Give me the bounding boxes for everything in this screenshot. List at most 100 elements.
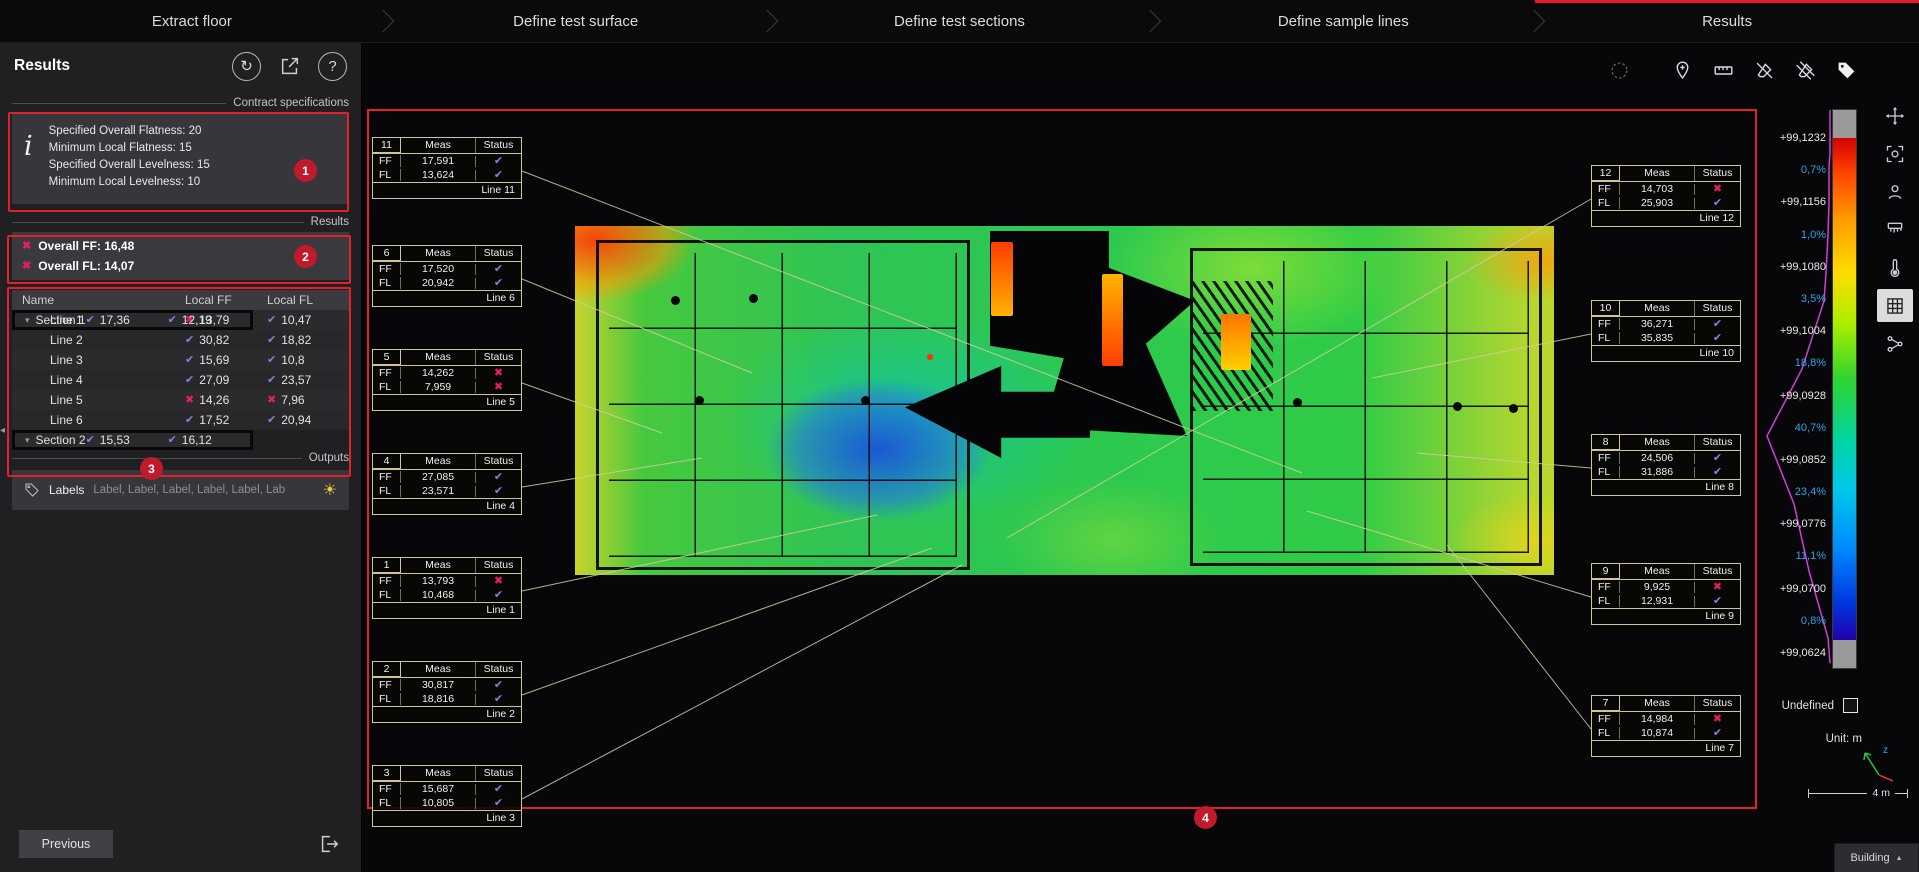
ff-value: 27,085 [401,471,475,483]
undefined-checkbox[interactable] [1843,698,1858,713]
fl-value: 23,57 [281,373,311,387]
measurement-label[interactable]: 4 Meas Status FF 27,085 ✔ FL 23,571 ✔ Li… [372,453,522,515]
status-header: Status [475,662,521,677]
legend-elevation-value: +99,0776 [1718,519,1826,530]
ff-value: 15,687 [401,783,475,795]
measurement-label[interactable]: 5 Meas Status FF 14,262 ✖ FL 7,959 ✖ Lin… [372,349,522,411]
legend-rule [12,222,304,223]
erase-annotation-icon[interactable] [1751,57,1777,83]
scale-cap-bottom [1833,640,1856,668]
tab-results[interactable]: Results [1535,0,1919,42]
fl-key: FL [1592,466,1620,478]
measurement-label[interactable]: 2 Meas Status FF 30,817 ✔ FL 18,816 ✔ Li… [372,661,522,723]
expand-arrow-icon[interactable]: ▾ [25,315,30,326]
line-label: Line 5 [373,394,521,410]
overall-fl-status-icon: ✖ [22,261,31,272]
fl-key: FL [1592,197,1620,209]
row-name: Section 2 [36,433,86,447]
overall-fl-value: Overall FL: 14,07 [38,259,134,273]
ff-key: FF [1592,581,1620,593]
measurement-label[interactable]: 1 Meas Status FF 13,793 ✖ FL 10,468 ✔ Li… [372,557,522,619]
grid-view-icon[interactable] [1877,289,1913,322]
ff-key: FF [373,155,401,167]
help-icon[interactable]: ? [318,52,347,81]
sun-icon[interactable]: ☀ [323,480,337,500]
measurement-label[interactable]: 6 Meas Status FF 17,520 ✔ FL 20,942 ✔ Li… [372,245,522,307]
meas-header: Meas [401,454,475,469]
results-table: Name Local FF Local FL ▾ Section 1 ✔ 17,… [12,290,349,430]
outputs-box[interactable]: Labels Label, Label, Label, Label, Label… [12,470,349,510]
table-row[interactable]: ▾ Section 2 ✔ 15,53 ✔ 16,12 [12,430,253,450]
results-panel: Results ↻ ? Contract specifications i Sp… [0,43,362,872]
measurement-label[interactable]: 3 Meas Status FF 15,687 ✔ FL 10,805 ✔ Li… [372,765,522,827]
ff-status-icon: ✔ [475,680,521,691]
table-row[interactable]: ▾ Line 4 ✔ 27,09 ✔ 23,57 [12,370,349,390]
line-label: Line 4 [373,498,521,514]
ff-value: 30,817 [401,679,475,691]
table-row[interactable]: ▾ Line 3 ✔ 15,69 ✔ 10,8 [12,350,349,370]
line-label: Line 6 [373,290,521,306]
scale-ruler: 4 m [1808,787,1908,799]
table-header: Name Local FF Local FL [12,290,349,310]
snap-icon[interactable] [1606,57,1632,83]
scale-gradient [1833,138,1856,640]
table-row[interactable]: ▾ Section 1 ✔ 17,36 ✔ 12,19 [12,310,253,330]
info-icon: i [24,131,33,193]
undefined-label: Undefined [1782,700,1834,712]
fl-key: FL [373,381,401,393]
column-name: Name [12,293,185,307]
pop-out-icon[interactable] [275,52,304,81]
tab-define-sample-lines[interactable]: Define sample lines [1151,0,1535,42]
history-icon[interactable]: ↻ [232,52,261,81]
ff-value: 13,793 [401,575,475,587]
split-view-icon[interactable] [1877,327,1913,360]
ff-status-icon: ✔ [185,335,194,346]
fl-value: 7,959 [401,381,475,393]
user-view-icon[interactable] [1877,175,1913,208]
paint-icon[interactable] [1877,213,1913,246]
labels-icon[interactable] [1833,57,1859,83]
fl-value: 10,468 [401,589,475,601]
chevron-up-icon: ▲ [1896,855,1903,862]
fl-key: FL [1592,332,1620,344]
fl-value: 13,624 [401,169,475,181]
fl-key: FL [1592,727,1620,739]
table-row[interactable]: ▾ Line 6 ✔ 17,52 ✔ 20,94 [12,410,349,430]
tab-define-test-surface[interactable]: Define test surface [384,0,768,42]
overall-ff-status-icon: ✖ [22,241,31,252]
color-scale-bar[interactable] [1832,109,1857,669]
zoom-fit-icon[interactable] [1877,137,1913,170]
line-number: 9 [1592,564,1620,579]
panel-collapse-icon[interactable]: ◂ [0,425,5,436]
fl-status-icon: ✔ [475,278,521,289]
fl-value: 16,12 [182,433,212,447]
status-header: Status [475,454,521,469]
contract-line: Specified Overall Flatness: 20 [49,123,210,140]
expand-arrow-icon[interactable]: ▾ [25,435,30,446]
status-header: Status [475,350,521,365]
export-icon[interactable] [314,830,343,859]
fl-status-icon: ✔ [267,335,276,346]
results-table-body: ▾ Section 1 ✔ 17,36 ✔ 12,19 ▾ Line 1 ✖ 1… [12,310,349,430]
line-number: 1 [373,558,401,573]
previous-button[interactable]: Previous [18,829,114,859]
fl-value: 12,19 [182,313,212,327]
measurement-label[interactable]: 11 Meas Status FF 17,591 ✔ FL 13,624 ✔ L… [372,137,522,199]
ff-status-icon: ✖ [475,576,521,587]
viewport[interactable]: 11 Meas Status FF 17,591 ✔ FL 13,624 ✔ L… [362,43,1919,872]
erase-all-annotations-icon[interactable] [1792,57,1818,83]
line-label: Line 2 [373,706,521,722]
table-row[interactable]: ▾ Line 5 ✖ 14,26 ✖ 7,96 [12,390,349,410]
table-row[interactable]: ▾ Line 2 ✔ 30,82 ✔ 18,82 [12,330,349,350]
ff-value: 17,520 [401,263,475,275]
building-button[interactable]: Building ▲ [1834,843,1919,872]
fl-status-icon: ✔ [475,170,521,181]
add-annotation-icon[interactable] [1669,57,1695,83]
measure-icon[interactable] [1710,57,1736,83]
thermometer-icon[interactable] [1877,251,1913,284]
tab-define-test-sections[interactable]: Define test sections [768,0,1152,42]
tab-extract-floor[interactable]: Extract floor [0,0,384,42]
pan-icon[interactable] [1877,99,1913,132]
meas-header: Meas [401,138,475,153]
fl-key: FL [373,277,401,289]
